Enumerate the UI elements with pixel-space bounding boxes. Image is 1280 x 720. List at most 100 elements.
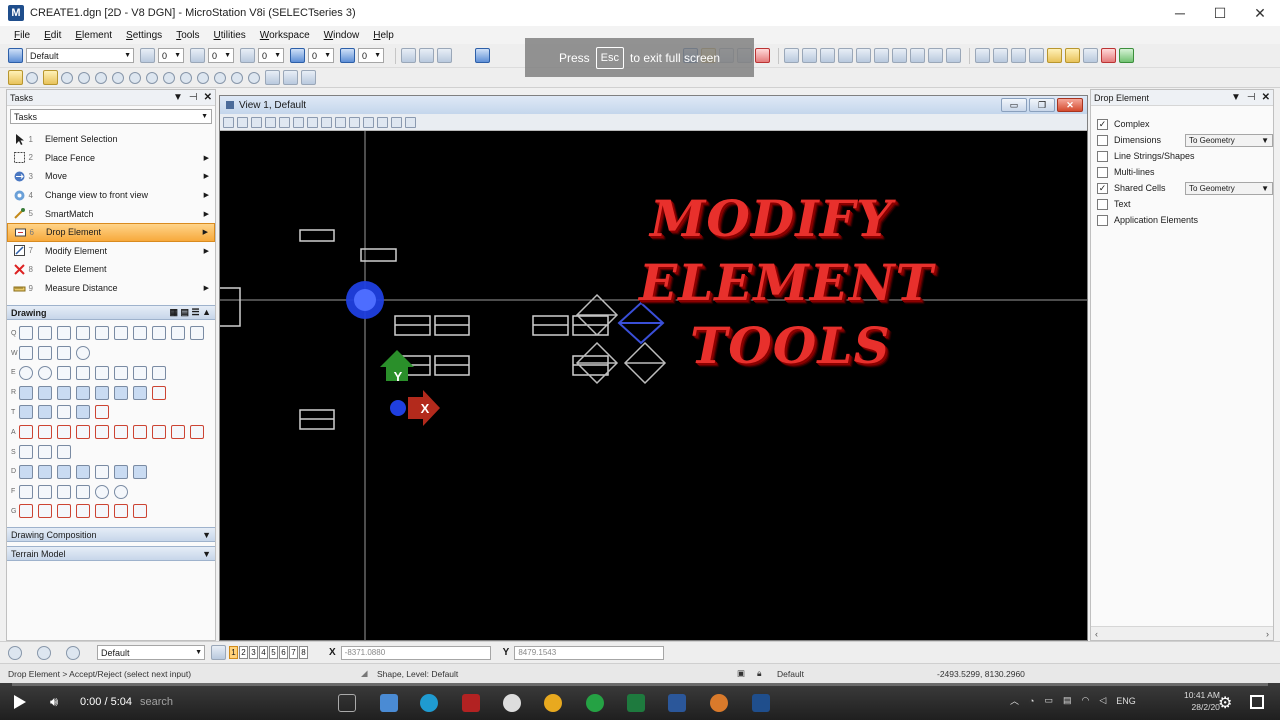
mail-icon[interactable] [380,694,398,712]
gear-icon[interactable]: ⚙ [1218,693,1232,713]
place-cell-icon[interactable] [784,48,799,63]
tray-chevron-icon[interactable]: ︿ [1010,694,1019,707]
option-application-elements[interactable]: Application Elements [1097,212,1273,228]
drop-tool-icon[interactable] [1065,48,1080,63]
photos-icon[interactable] [710,694,728,712]
task-modify-element[interactable]: 7 Modify Element ▶ [7,242,215,261]
scroll-right-icon[interactable]: › [1266,629,1269,639]
circle-target-tool-icon[interactable] [76,346,90,361]
view-3-button[interactable]: 3 [249,646,258,659]
delete-tool-icon[interactable] [1101,48,1116,63]
curve-tool-icon[interactable] [114,326,128,341]
style-combo[interactable]: 0 ▼ [208,48,234,63]
close-button[interactable]: ✕ [1240,0,1280,26]
snap-mode-icon[interactable] [265,70,280,85]
delete-pattern-tool-icon[interactable] [114,484,128,499]
snap-divisor-icon[interactable] [283,70,298,85]
accudraw-icon[interactable] [8,70,23,85]
view-close-button[interactable]: ✕ [1057,98,1083,112]
spell-check-tool-icon[interactable] [76,425,90,440]
nearest-snap-icon[interactable] [61,71,73,84]
perpendicular-snap-icon[interactable] [214,71,226,84]
weight-icon[interactable] [240,48,255,63]
modify-tool-icon[interactable] [1047,48,1062,63]
line-snap-icon[interactable] [26,71,38,84]
transparency-combo[interactable]: 0 ▼ [308,48,334,63]
drawing-composition-section[interactable]: Drawing Composition ▼ [7,527,215,543]
edge-browser-icon[interactable] [420,694,438,712]
modify-tool-icon[interactable] [19,405,33,420]
place-text-tool-icon[interactable] [19,425,33,440]
option-text[interactable]: Text [1097,196,1273,212]
center-snap-icon[interactable] [78,71,90,84]
dimension-element-tool-icon[interactable] [95,464,109,479]
multi-snap-icon[interactable] [248,71,260,84]
smartline-tool-icon[interactable] [38,326,52,341]
select-arrow-icon[interactable] [975,48,990,63]
circle-tool-icon[interactable] [19,365,33,380]
tangent-snap-icon[interactable] [146,71,158,84]
accudraw-toggle-icon[interactable] [66,645,80,660]
view-6-button[interactable]: 6 [279,646,288,659]
dimension-radial-tool-icon[interactable] [76,464,90,479]
tray-app-icon[interactable]: ◔ [1029,696,1034,706]
point-tool-icon[interactable] [76,326,90,341]
dimension-angle-tool-icon[interactable] [57,464,71,479]
keypoint-snap-icon[interactable] [43,70,58,85]
view-attributes-icon[interactable] [223,116,234,128]
update-view-icon[interactable] [265,116,276,128]
volume-icon[interactable]: 🔊︎ [50,695,66,709]
select-cell-tool-icon[interactable] [38,504,52,519]
rotate-icon[interactable] [838,48,853,63]
arc-edge-tool-icon[interactable] [95,365,109,380]
window-area-icon[interactable] [307,116,318,128]
save-icon[interactable] [475,48,490,63]
scale-tool-icon[interactable] [57,385,71,400]
disconnect-icon[interactable] [755,48,770,63]
priority-icon[interactable] [340,48,355,63]
text-node-tool-icon[interactable] [152,425,166,440]
keyboard-language[interactable]: ENG [1116,696,1136,706]
view-minimize-button[interactable]: ▭ [1001,98,1027,112]
color-icon[interactable] [140,48,155,63]
active-level-combo[interactable]: Default ▼ [97,645,205,660]
rectangle-tool-icon[interactable] [19,346,33,361]
view-5-button[interactable]: 5 [269,646,278,659]
align-edges-tool-icon[interactable] [133,385,147,400]
tray-app-icon[interactable]: ▤ [1063,695,1072,706]
view-8-button[interactable]: 8 [299,646,308,659]
play-icon[interactable] [14,695,26,709]
task-drop-element[interactable]: 6 Drop Element ▶ [7,222,215,242]
microstation-taskbar-icon[interactable] [752,694,770,712]
table-tool-icon[interactable] [57,445,71,460]
trim-icon[interactable] [1029,48,1044,63]
fillet-tool-icon[interactable] [95,405,109,420]
checkbox[interactable]: ✓ [1097,182,1108,194]
checkbox[interactable] [1097,150,1108,162]
midpoint-snap-icon[interactable] [231,71,243,84]
panel-menu-icon[interactable]: ▼ [173,92,183,103]
option-line-strings-shapes[interactable]: Line Strings/Shapes [1097,148,1273,164]
scale-icon[interactable] [856,48,871,63]
house-tool-icon[interactable] [57,326,71,341]
checkbox[interactable]: ✓ [1097,118,1108,130]
replace-cell-tool-icon[interactable] [57,504,71,519]
clip-mask-icon[interactable] [405,116,416,128]
dimension-update-tool-icon[interactable] [114,464,128,479]
view-restore-button[interactable]: ❐ [1029,98,1055,112]
view-1-button[interactable]: 1 [229,646,238,659]
style-icon[interactable] [190,48,205,63]
maximize-button[interactable]: ☐ [1200,0,1240,26]
panel-close-icon[interactable]: ✕ [1262,92,1270,103]
partial-delete-tool-icon[interactable] [38,405,52,420]
open-file-icon[interactable] [419,48,434,63]
slash-tool-icon[interactable] [190,326,204,341]
mirror-icon[interactable] [874,48,889,63]
fence-tool-icon[interactable] [993,48,1008,63]
dimension-linear-tool-icon[interactable] [38,464,52,479]
print-preview-icon[interactable] [437,48,452,63]
option-dimensions[interactable]: Dimensions To Geometry ▼ [1097,132,1273,148]
view-options-icon[interactable] [251,116,262,128]
group-tool-icon[interactable] [19,484,33,499]
task-smartmatch[interactable]: 5 SmartMatch ▶ [7,204,215,223]
